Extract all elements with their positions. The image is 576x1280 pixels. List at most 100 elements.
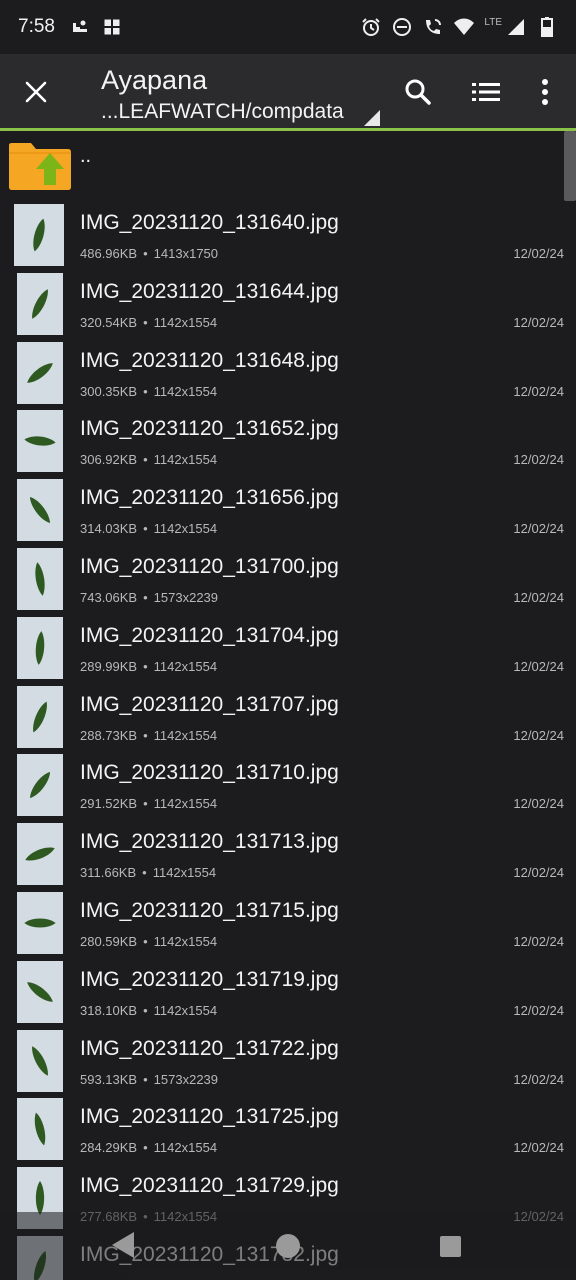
wifi-icon [453,16,475,38]
leaf-image [17,548,63,610]
file-meta: 743.06KB • 1573x2239 [80,590,218,605]
close-icon [25,81,47,103]
file-meta: 314.03KB • 1142x1554 [80,521,217,536]
nav-recents-icon[interactable] [440,1236,461,1257]
file-row[interactable]: IMG_20231120_131652.jpg 306.92KB • 1142x155… [0,407,576,476]
more-vert-icon [542,79,548,105]
file-row[interactable]: IMG_20231120_131656.jpg 314.03KB • 1142x155… [0,476,576,545]
file-size: 288.73KB [80,727,138,743]
file-dimensions: 1142x1554 [153,796,218,812]
meta-separator-dot: • [143,658,148,674]
file-thumbnail [14,204,64,266]
file-dimensions: 1142x1554 [153,658,218,674]
meta-separator-dot: • [143,314,148,330]
file-row[interactable]: IMG_20231120_131704.jpg 289.99KB • 1142x155… [0,614,576,683]
status-time: 7:58 [18,16,55,37]
file-date: 12/02/24 [513,383,564,399]
file-meta: 280.59KB • 1142x1554 [80,934,217,949]
file-date: 12/02/24 [513,521,564,537]
file-meta: 311.66KB • 1142x1554 [80,865,216,880]
file-row[interactable]: IMG_20231120_131719.jpg 318.10KB • 1142x155… [0,958,576,1027]
file-size: 311.66KB [80,865,137,881]
meta-separator-dot: • [143,383,148,399]
file-row[interactable]: IMG_20231120_131725.jpg 284.29KB • 1142x155… [0,1095,576,1164]
file-name: IMG_20231120_131648.jpg [80,348,339,372]
file-thumbnail [17,754,63,817]
meta-separator-dot: • [143,1002,148,1018]
file-row[interactable]: IMG_20231120_131722.jpg 593.13KB • 1573x223… [0,1027,576,1096]
file-row[interactable]: IMG_20231120_131640.jpg 486.96KB • 1413x175… [0,201,576,270]
battery-icon [536,16,558,38]
dropdown-triangle-icon[interactable] [364,110,380,126]
file-row[interactable]: IMG_20231120_131700.jpg 743.06KB • 1573x223… [0,545,576,614]
file-row[interactable]: IMG_20231120_131648.jpg 300.35KB • 1142x155… [0,339,576,408]
file-size: 300.35KB [80,383,138,399]
alarm-icon [360,16,382,38]
file-meta: 289.99KB • 1142x1554 [80,659,217,674]
file-size: 280.59KB [80,934,138,949]
parent-directory-row[interactable]: .. [0,131,576,197]
file-meta: 318.10KB • 1142x1554 [80,1003,217,1018]
file-date: 12/02/24 [513,865,564,881]
file-meta: 306.92KB • 1142x1554 [80,452,217,467]
leaf-image [17,754,63,817]
file-date: 12/02/24 [513,1140,564,1156]
leaf-image [17,341,63,404]
file-row[interactable]: IMG_20231120_131644.jpg 320.54KB • 1142x155… [0,270,576,339]
file-date: 12/02/24 [513,727,564,743]
file-size: 306.92KB [80,452,138,468]
leaf-image [17,892,63,954]
file-size: 314.03KB [80,521,138,537]
file-name: IMG_20231120_131719.jpg [80,967,339,991]
file-dimensions: 1142x1554 [153,727,218,743]
file-size: 318.10KB [80,1002,138,1018]
nav-back-icon[interactable] [110,1230,136,1260]
leaf-image [17,823,63,886]
file-dimensions: 1142x1554 [153,452,218,468]
file-meta: 486.96KB • 1413x1750 [80,246,218,261]
file-thumbnail [17,341,63,404]
file-size: 593.13KB [80,1071,138,1087]
file-row[interactable]: IMG_20231120_131710.jpg 291.52KB • 1142x155… [0,751,576,820]
leaf-image [14,204,64,266]
list-view-button[interactable] [468,74,504,110]
cellular-signal-icon [505,16,527,38]
file-date: 12/02/24 [513,934,564,949]
file-size: 291.52KB [80,796,138,812]
system-nav-bar [0,1212,576,1280]
leaf-image [17,1029,63,1092]
file-name: IMG_20231120_131644.jpg [80,279,339,303]
file-name: IMG_20231120_131704.jpg [80,623,339,647]
folder-path-dropdown[interactable]: ...LEAFWATCH/compdata [101,100,344,124]
file-row[interactable]: IMG_20231120_131713.jpg 311.66KB • 1142x155… [0,820,576,889]
file-date: 12/02/24 [513,796,564,812]
leaf-image [17,685,63,748]
file-list[interactable]: .. IMG_20231120_131640.jpg 486.96KB • 1413x… [0,131,576,1280]
leaf-image [17,960,63,1023]
scrollbar-thumb[interactable] [564,131,576,201]
nav-home-icon[interactable] [276,1234,300,1258]
file-row[interactable]: IMG_20231120_131707.jpg 288.73KB • 1142x155… [0,683,576,752]
search-button[interactable] [400,74,436,110]
leaf-image [17,616,63,679]
file-name: IMG_20231120_131715.jpg [80,899,339,922]
file-thumbnail [17,1029,63,1092]
meta-separator-dot: • [143,727,148,743]
do-not-disturb-icon [391,16,413,38]
file-thumbnail [17,616,63,679]
file-thumbnail [17,548,63,610]
close-button[interactable] [18,74,54,110]
more-options-button[interactable] [528,74,562,110]
meta-separator-dot: • [143,1140,148,1156]
file-row[interactable]: IMG_20231120_131715.jpg 280.59KB • 1142x155… [0,889,576,958]
status-bar: 7:58 LTE [0,0,576,54]
file-name: IMG_20231120_131656.jpg [80,486,339,510]
file-dimensions: 1142x1554 [153,934,218,949]
list-view-icon [472,83,500,101]
meta-separator-dot: • [143,934,148,949]
file-date: 12/02/24 [513,246,564,261]
file-thumbnail [17,272,63,335]
status-notification-icons [69,16,123,38]
file-thumbnail [17,823,63,886]
file-size: 743.06KB [80,590,138,605]
